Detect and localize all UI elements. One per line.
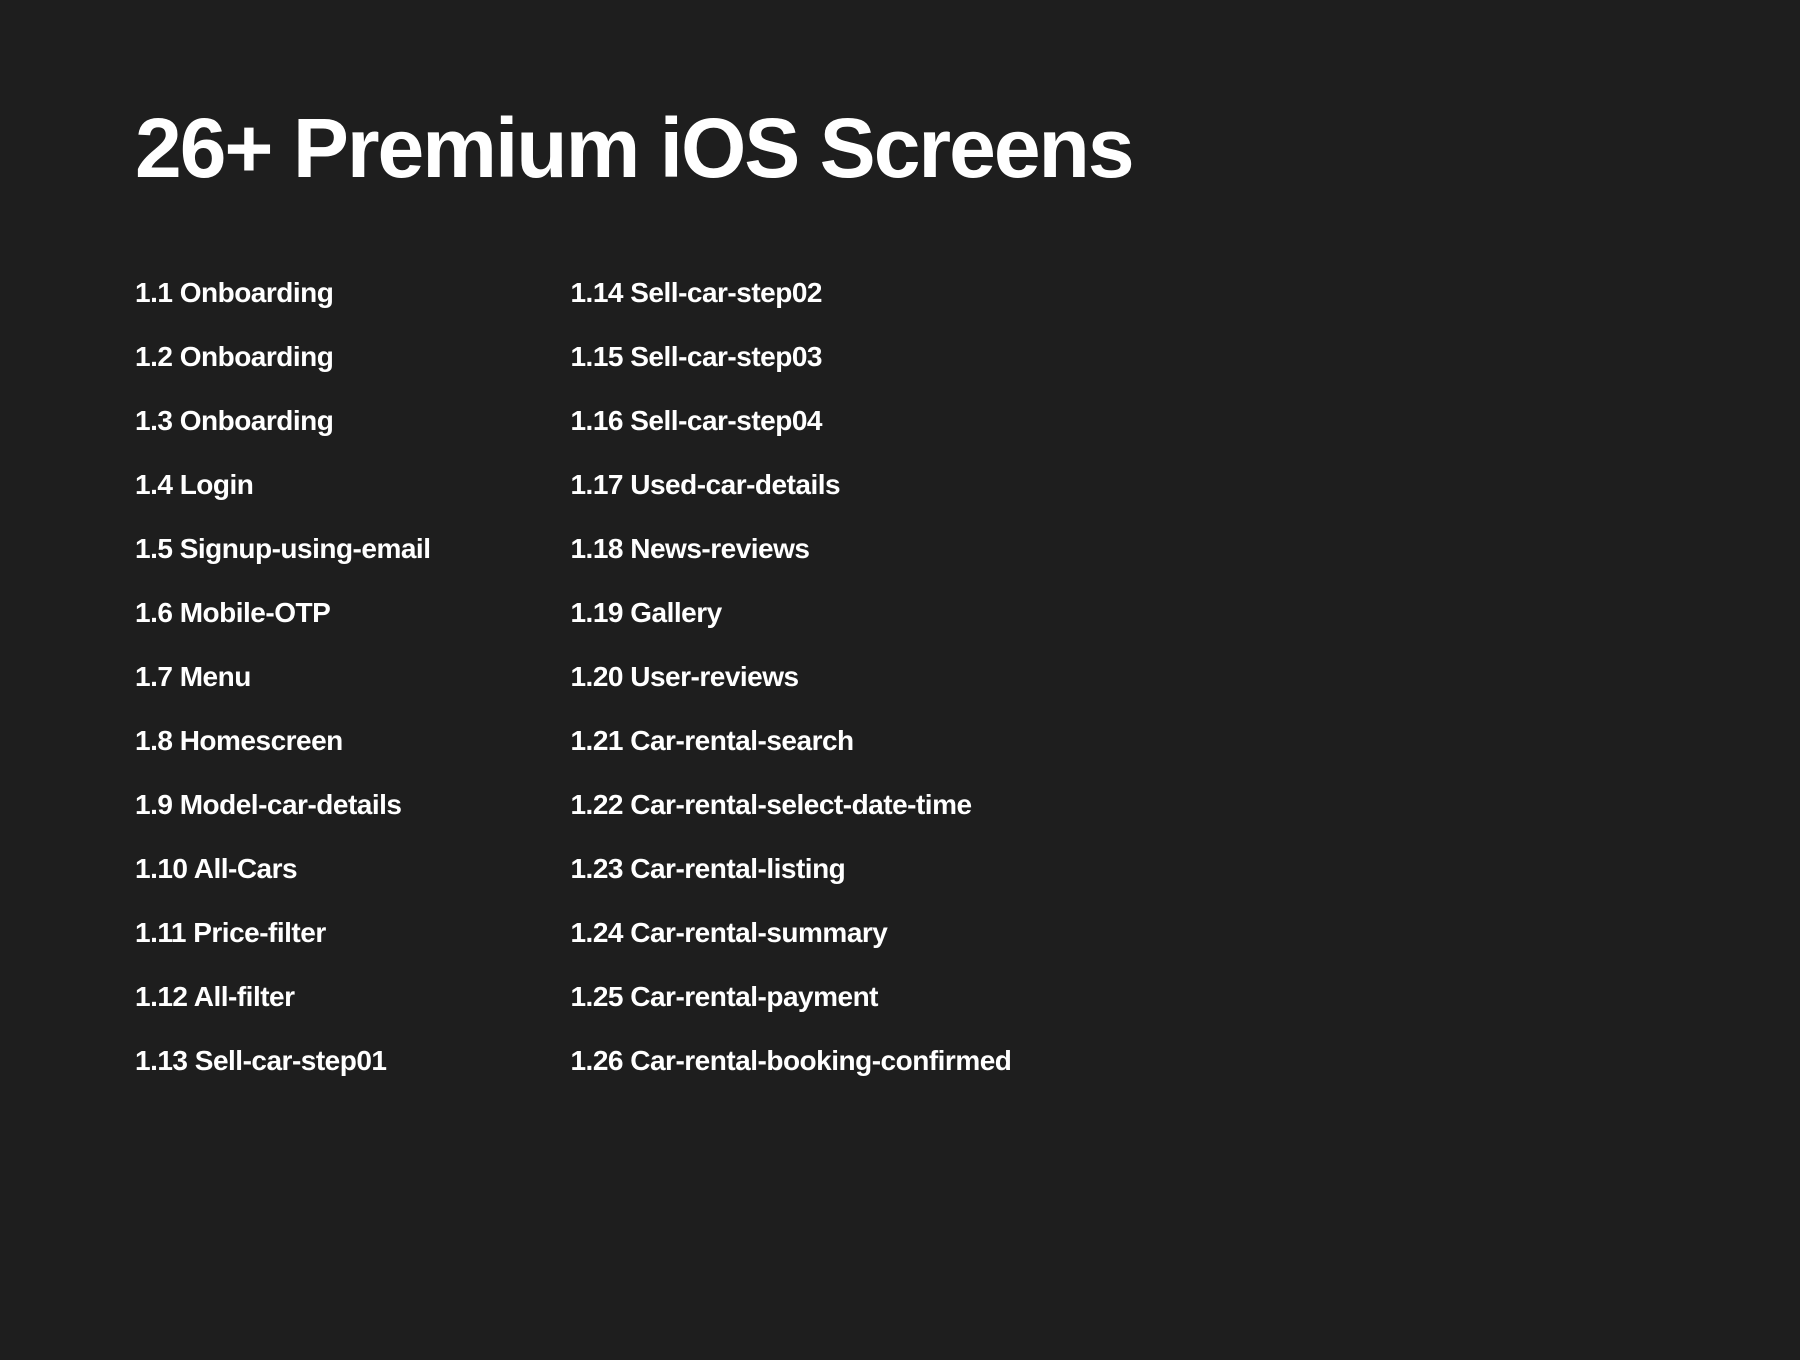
screens-column-2: 1.14 Sell-car-step02 1.15 Sell-car-step0…	[570, 277, 1011, 1077]
list-item: 1.13 Sell-car-step01	[135, 1045, 430, 1077]
list-item: 1.22 Car-rental-select-date-time	[570, 789, 1011, 821]
list-item: 1.20 User-reviews	[570, 661, 1011, 693]
list-item: 1.24 Car-rental-summary	[570, 917, 1011, 949]
list-item: 1.26 Car-rental-booking-confirmed	[570, 1045, 1011, 1077]
page-title: 26+ Premium iOS Screens	[135, 100, 1665, 197]
list-item: 1.8 Homescreen	[135, 725, 430, 757]
list-item: 1.4 Login	[135, 469, 430, 501]
list-item: 1.17 Used-car-details	[570, 469, 1011, 501]
screens-list-container: 1.1 Onboarding 1.2 Onboarding 1.3 Onboar…	[135, 277, 1665, 1077]
list-item: 1.10 All-Cars	[135, 853, 430, 885]
list-item: 1.6 Mobile-OTP	[135, 597, 430, 629]
list-item: 1.16 Sell-car-step04	[570, 405, 1011, 437]
list-item: 1.3 Onboarding	[135, 405, 430, 437]
list-item: 1.18 News-reviews	[570, 533, 1011, 565]
screens-column-1: 1.1 Onboarding 1.2 Onboarding 1.3 Onboar…	[135, 277, 430, 1077]
list-item: 1.2 Onboarding	[135, 341, 430, 373]
list-item: 1.12 All-filter	[135, 981, 430, 1013]
list-item: 1.9 Model-car-details	[135, 789, 430, 821]
list-item: 1.25 Car-rental-payment	[570, 981, 1011, 1013]
list-item: 1.14 Sell-car-step02	[570, 277, 1011, 309]
list-item: 1.21 Car-rental-search	[570, 725, 1011, 757]
list-item: 1.19 Gallery	[570, 597, 1011, 629]
list-item: 1.1 Onboarding	[135, 277, 430, 309]
list-item: 1.5 Signup-using-email	[135, 533, 430, 565]
list-item: 1.23 Car-rental-listing	[570, 853, 1011, 885]
list-item: 1.11 Price-filter	[135, 917, 430, 949]
list-item: 1.7 Menu	[135, 661, 430, 693]
list-item: 1.15 Sell-car-step03	[570, 341, 1011, 373]
